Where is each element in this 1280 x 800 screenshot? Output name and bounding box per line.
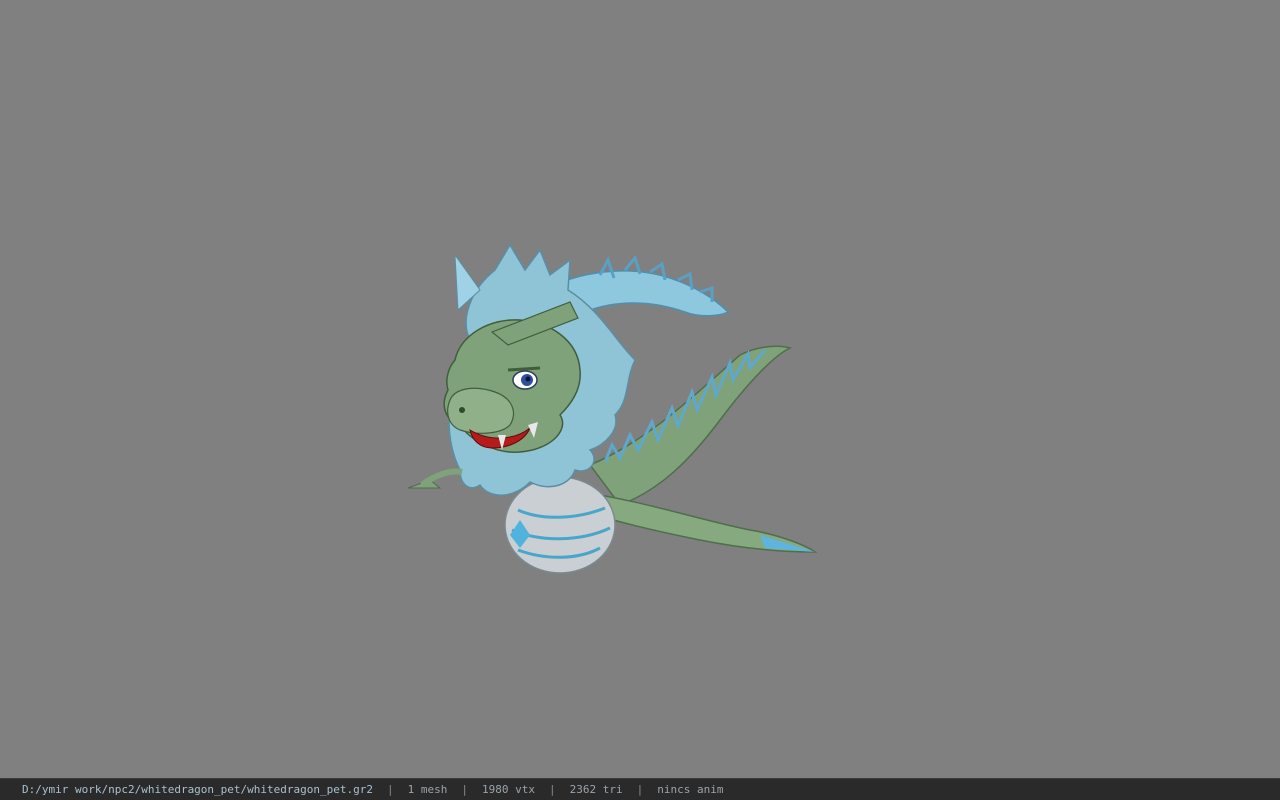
status-separator: | (461, 783, 468, 796)
status-separator: | (636, 783, 644, 796)
mesh-count: 1 mesh (407, 783, 448, 796)
triangle-count: 2362 tri (569, 783, 623, 796)
status-separator: | (548, 783, 556, 796)
animation-status: nincs anim (657, 783, 724, 796)
dragon-model (407, 243, 818, 574)
status-bar: D:/ymir work/npc2/whitedragon_pet/whited… (0, 778, 1280, 800)
vertex-count: 1980 vtx (482, 783, 535, 796)
model-viewport[interactable] (0, 0, 1280, 778)
status-separator: | (387, 783, 394, 796)
model-file-path: D:/ymir work/npc2/whitedragon_pet/whited… (22, 783, 373, 796)
